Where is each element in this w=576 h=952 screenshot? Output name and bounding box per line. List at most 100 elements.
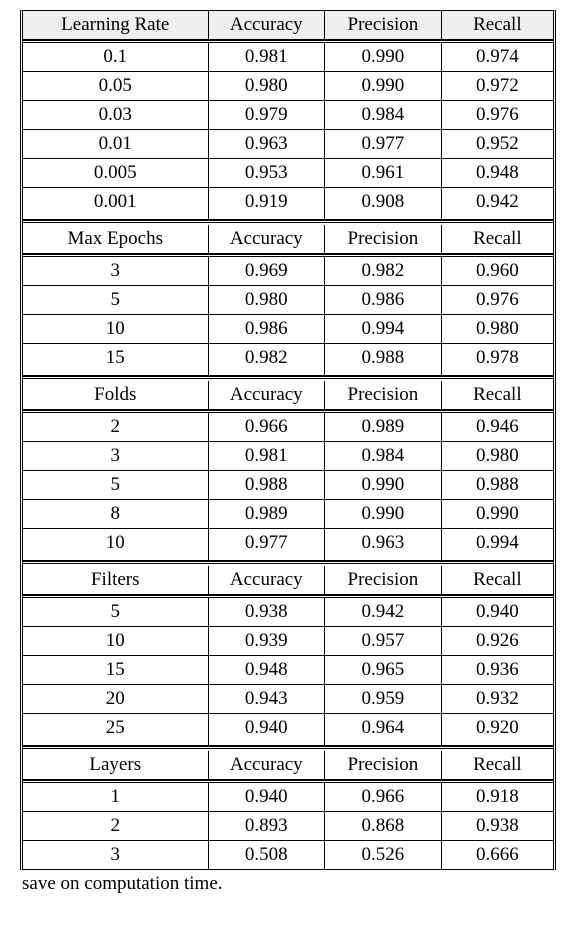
table-row: 250.9400.9640.920 bbox=[23, 714, 553, 746]
data-cell: 0.926 bbox=[442, 627, 553, 655]
data-cell: 0.961 bbox=[325, 159, 442, 187]
data-cell: 10 bbox=[23, 627, 209, 655]
header-cell: Recall bbox=[442, 381, 553, 409]
data-cell: 0.966 bbox=[209, 413, 326, 441]
data-cell: 5 bbox=[23, 598, 209, 626]
header-cell: Precision bbox=[325, 11, 442, 39]
data-cell: 25 bbox=[23, 714, 209, 745]
data-cell: 0.508 bbox=[209, 841, 326, 869]
data-cell: 0.969 bbox=[209, 257, 326, 285]
data-cell: 0.990 bbox=[325, 471, 442, 499]
header-cell: Recall bbox=[442, 225, 553, 253]
data-cell: 5 bbox=[23, 471, 209, 499]
header-cell: Precision bbox=[325, 381, 442, 409]
table-row: 20.9660.9890.946 bbox=[23, 413, 553, 442]
data-cell: 0.980 bbox=[209, 72, 326, 100]
table-row: 0.030.9790.9840.976 bbox=[23, 101, 553, 130]
header-cell: Recall bbox=[442, 566, 553, 594]
data-cell: 0.936 bbox=[442, 656, 553, 684]
section-header: FoldsAccuracyPrecisionRecall bbox=[23, 376, 553, 410]
data-cell: 0.893 bbox=[209, 812, 326, 840]
data-cell: 0.919 bbox=[209, 188, 326, 219]
table-row: 0.010.9630.9770.952 bbox=[23, 130, 553, 159]
table-row: 30.9810.9840.980 bbox=[23, 442, 553, 471]
data-cell: 0.990 bbox=[325, 43, 442, 71]
table-row: 100.9770.9630.994 bbox=[23, 529, 553, 561]
data-cell: 0.001 bbox=[23, 188, 209, 219]
table-row: 30.9690.9820.960 bbox=[23, 257, 553, 286]
data-cell: 0.666 bbox=[442, 841, 553, 869]
data-cell: 0.957 bbox=[325, 627, 442, 655]
data-cell: 0.938 bbox=[209, 598, 326, 626]
data-cell: 0.938 bbox=[442, 812, 553, 840]
data-cell: 0.526 bbox=[325, 841, 442, 869]
data-cell: 20 bbox=[23, 685, 209, 713]
table-row: 50.9800.9860.976 bbox=[23, 286, 553, 315]
data-cell: 0.05 bbox=[23, 72, 209, 100]
data-cell: 0.918 bbox=[442, 783, 553, 811]
table-row: 0.10.9810.9900.974 bbox=[23, 43, 553, 72]
section-header: Max EpochsAccuracyPrecisionRecall bbox=[23, 220, 553, 254]
table-row: 100.9390.9570.926 bbox=[23, 627, 553, 656]
data-cell: 0.942 bbox=[325, 598, 442, 626]
data-cell: 0.984 bbox=[325, 101, 442, 129]
data-cell: 0.03 bbox=[23, 101, 209, 129]
data-cell: 0.940 bbox=[209, 714, 326, 745]
data-cell: 0.977 bbox=[325, 130, 442, 158]
header-cell: Recall bbox=[442, 751, 553, 779]
header-cell: Folds bbox=[23, 381, 209, 409]
hyperparameter-table: Learning RateAccuracyPrecisionRecall0.10… bbox=[20, 10, 556, 870]
data-cell: 0.988 bbox=[442, 471, 553, 499]
data-cell: 0.959 bbox=[325, 685, 442, 713]
data-cell: 1 bbox=[23, 783, 209, 811]
data-cell: 0.989 bbox=[325, 413, 442, 441]
data-cell: 0.977 bbox=[209, 529, 326, 560]
data-cell: 0.942 bbox=[442, 188, 553, 219]
data-cell: 0.989 bbox=[209, 500, 326, 528]
data-cell: 0.1 bbox=[23, 43, 209, 71]
data-cell: 0.990 bbox=[325, 500, 442, 528]
data-cell: 8 bbox=[23, 500, 209, 528]
data-cell: 0.943 bbox=[209, 685, 326, 713]
data-cell: 0.963 bbox=[209, 130, 326, 158]
table-row: 80.9890.9900.990 bbox=[23, 500, 553, 529]
header-cell: Layers bbox=[23, 751, 209, 779]
data-cell: 0.940 bbox=[442, 598, 553, 626]
data-cell: 3 bbox=[23, 442, 209, 470]
data-cell: 0.986 bbox=[325, 286, 442, 314]
table-row: 50.9380.9420.940 bbox=[23, 598, 553, 627]
data-cell: 0.978 bbox=[442, 344, 553, 375]
data-cell: 5 bbox=[23, 286, 209, 314]
header-cell: Accuracy bbox=[209, 381, 326, 409]
data-cell: 0.982 bbox=[325, 257, 442, 285]
data-cell: 0.981 bbox=[209, 43, 326, 71]
data-cell: 15 bbox=[23, 344, 209, 375]
data-cell: 3 bbox=[23, 257, 209, 285]
data-cell: 2 bbox=[23, 413, 209, 441]
data-cell: 0.963 bbox=[325, 529, 442, 560]
data-cell: 10 bbox=[23, 315, 209, 343]
data-cell: 0.986 bbox=[209, 315, 326, 343]
header-cell: Precision bbox=[325, 566, 442, 594]
header-cell: Accuracy bbox=[209, 751, 326, 779]
caption-fragment: save on computation time. bbox=[20, 873, 556, 895]
header-cell: Max Epochs bbox=[23, 225, 209, 253]
data-cell: 0.988 bbox=[209, 471, 326, 499]
data-cell: 0.940 bbox=[209, 783, 326, 811]
header-cell: Accuracy bbox=[209, 11, 326, 39]
data-cell: 0.868 bbox=[325, 812, 442, 840]
table-row: 150.9480.9650.936 bbox=[23, 656, 553, 685]
data-cell: 0.980 bbox=[209, 286, 326, 314]
data-cell: 0.948 bbox=[442, 159, 553, 187]
section-header: FiltersAccuracyPrecisionRecall bbox=[23, 561, 553, 595]
data-cell: 0.982 bbox=[209, 344, 326, 375]
data-cell: 0.948 bbox=[209, 656, 326, 684]
data-cell: 0.976 bbox=[442, 286, 553, 314]
data-cell: 0.990 bbox=[325, 72, 442, 100]
data-cell: 0.932 bbox=[442, 685, 553, 713]
table-row: 50.9880.9900.988 bbox=[23, 471, 553, 500]
data-cell: 10 bbox=[23, 529, 209, 560]
data-cell: 0.953 bbox=[209, 159, 326, 187]
table-row: 30.5080.5260.666 bbox=[23, 841, 553, 870]
data-cell: 0.964 bbox=[325, 714, 442, 745]
